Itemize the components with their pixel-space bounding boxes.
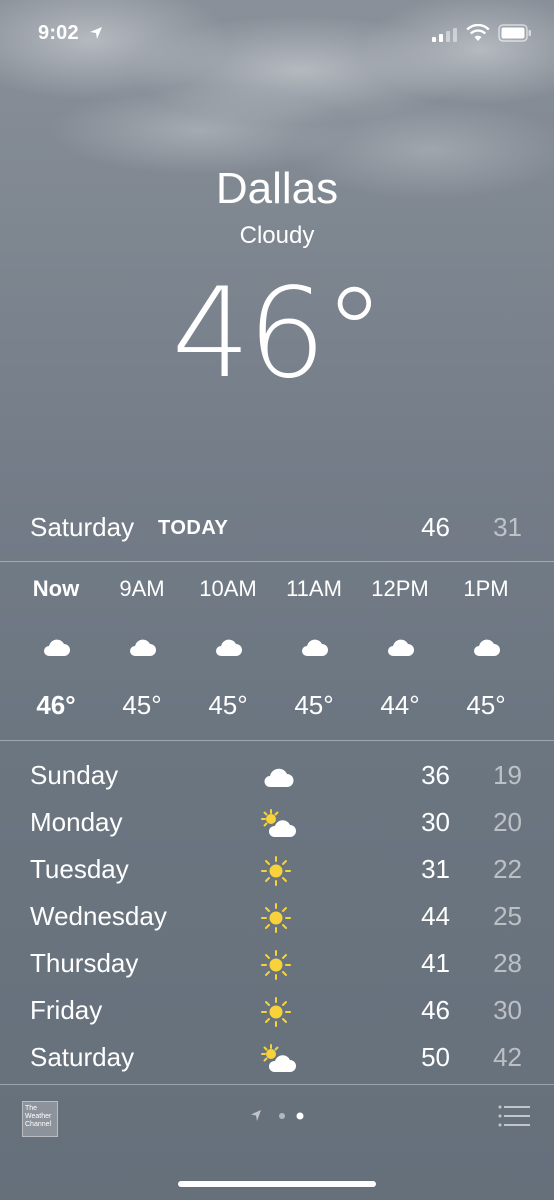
status-time: 9:02 (38, 22, 79, 44)
current-temperature: 46° (171, 262, 386, 406)
weather-channel-logo[interactable]: The Weather Channel (22, 1101, 58, 1137)
daily-low: 30 (493, 995, 522, 1025)
today-high: 46 (421, 512, 450, 542)
divider (0, 740, 554, 741)
hour-time: 11AM (286, 576, 342, 601)
daily-row: Sunday 36 19 (0, 754, 554, 801)
cloud-icon (216, 639, 242, 656)
daily-low: 25 (493, 901, 522, 931)
city-name: Dallas (215, 164, 339, 213)
cloud-icon (474, 639, 500, 656)
daily-day: Sunday (30, 760, 119, 790)
hour-temp: 45° (122, 690, 162, 720)
cloud-icon (44, 639, 70, 656)
cellular-signal-icon (432, 28, 457, 42)
sun-icon (261, 856, 291, 886)
hour-temp: 44° (380, 690, 420, 720)
daily-low: 19 (493, 760, 522, 790)
daily-row: Monday 30 20 (0, 801, 554, 848)
today-summary-row: Saturday TODAY 46 31 (0, 506, 554, 546)
wifi-icon (466, 24, 490, 41)
daily-row: Tuesday 31 22 (0, 848, 554, 895)
daily-row: Wednesday 44 25 (0, 895, 554, 942)
hour-temp: 46° (36, 690, 76, 720)
daily-low: 20 (493, 807, 522, 837)
daily-high: 50 (421, 1042, 450, 1072)
condition-text: Cloudy (239, 222, 315, 249)
cloud-icon (388, 639, 414, 656)
cloud-icon (264, 768, 294, 787)
cloud-icon (130, 639, 156, 656)
bottom-toolbar: The Weather Channel (0, 1085, 554, 1200)
cloud-icon (302, 639, 328, 656)
today-label: TODAY (158, 517, 229, 539)
daily-high: 31 (421, 854, 450, 884)
daily-row: Saturday 50 42 (0, 1036, 554, 1083)
daily-day: Monday (30, 807, 123, 837)
daily-high: 44 (421, 901, 450, 931)
hour-time: 10AM (199, 576, 257, 601)
home-indicator[interactable] (178, 1181, 376, 1187)
daily-low: 22 (493, 854, 522, 884)
today-low: 31 (493, 512, 522, 542)
hour-temp: 45° (208, 690, 248, 720)
hour-item: 1PM 45° (443, 562, 529, 740)
hour-time: Now (32, 576, 80, 601)
hour-temp: 45° (294, 690, 334, 720)
today-day: Saturday (30, 512, 135, 542)
daily-day: Wednesday (30, 901, 167, 931)
daily-high: 36 (421, 760, 450, 790)
sun-icon (261, 997, 291, 1027)
hour-item: 10AM 45° (185, 562, 271, 740)
hour-time: 12PM (371, 576, 429, 601)
location-arrow-icon (251, 1110, 261, 1121)
location-arrow-icon (90, 27, 102, 39)
daily-day: Saturday (30, 1042, 135, 1072)
daily-low: 42 (493, 1042, 522, 1072)
daily-high: 30 (421, 807, 450, 837)
battery-icon (498, 24, 531, 42)
daily-high: 41 (421, 948, 450, 978)
partly-sunny-icon (261, 1044, 296, 1072)
daily-low: 28 (493, 948, 522, 978)
daily-day: Tuesday (30, 854, 129, 884)
hour-temp: 45° (466, 690, 506, 720)
hour-item: Now 46° (13, 562, 99, 740)
daily-day: Friday (30, 995, 103, 1025)
daily-day: Thursday (30, 948, 139, 978)
partly-sunny-icon (261, 809, 296, 837)
page-dot (279, 1113, 285, 1119)
daily-high: 46 (421, 995, 450, 1025)
list-icon[interactable] (498, 1105, 530, 1127)
sun-icon (261, 950, 291, 980)
hour-item: 11AM 45° (271, 562, 357, 740)
daily-row: Friday 46 30 (0, 989, 554, 1036)
daily-row: Thursday 41 28 (0, 942, 554, 989)
hour-item: 12PM 44° (357, 562, 443, 740)
hour-item: 9AM 45° (99, 562, 185, 740)
page-indicator[interactable] (250, 1109, 310, 1123)
status-bar: 9:02 (0, 0, 554, 70)
hourly-forecast[interactable]: Now 46° 9AM 45° 10AM 45° 11AM 45° 12PM 4… (0, 562, 554, 740)
hour-time: 9AM (119, 576, 165, 601)
sun-icon (261, 903, 291, 933)
hour-time: 1PM (463, 576, 509, 601)
page-dot-active (296, 1112, 304, 1120)
